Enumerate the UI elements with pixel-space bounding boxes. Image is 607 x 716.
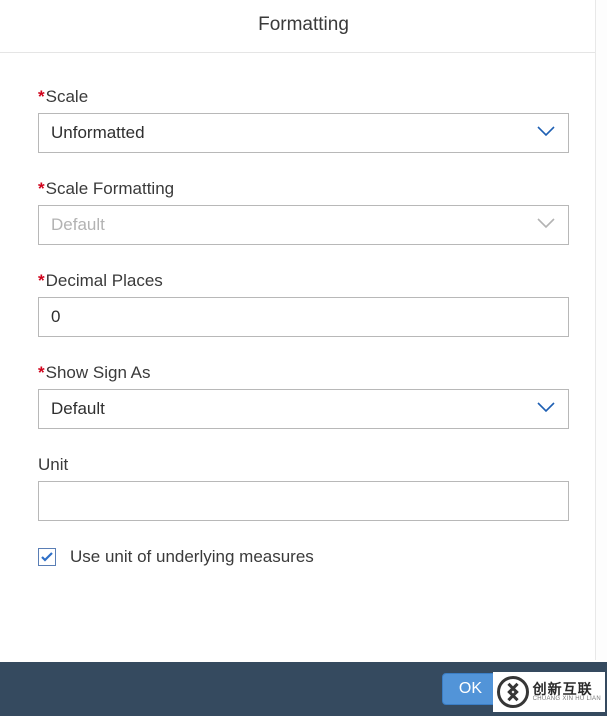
watermark-logo: 创新互联 CHUANG XIN HU LIAN [493, 672, 605, 712]
logo-en: CHUANG XIN HU LIAN [533, 696, 601, 702]
unit-input[interactable] [38, 481, 569, 521]
show-sign-select-button[interactable]: Default [38, 389, 569, 429]
formatting-dialog: Formatting *Scale Unformatted *Scale For… [0, 0, 607, 716]
use-unit-label: Use unit of underlying measures [70, 547, 314, 567]
logo-cn: 创新互联 [533, 682, 601, 696]
use-unit-row: Use unit of underlying measures [38, 547, 569, 567]
logo-icon [497, 676, 529, 708]
scale-formatting-label: *Scale Formatting [38, 179, 569, 199]
show-sign-label: *Show Sign As [38, 363, 569, 383]
scale-select-button[interactable]: Unformatted [38, 113, 569, 153]
scale-formatting-select-button: Default [38, 205, 569, 245]
required-mark: * [38, 363, 45, 382]
dialog-content: *Scale Unformatted *Scale Formatting Def… [0, 53, 607, 662]
dialog-header: Formatting [0, 0, 607, 53]
scale-formatting-select: Default [38, 205, 569, 245]
decimal-places-input[interactable] [38, 297, 569, 337]
required-mark: * [38, 179, 45, 198]
required-mark: * [38, 271, 45, 290]
use-unit-checkbox[interactable] [38, 548, 56, 566]
decimal-places-field: *Decimal Places [38, 271, 569, 337]
logo-text: 创新互联 CHUANG XIN HU LIAN [533, 682, 601, 702]
show-sign-select[interactable]: Default [38, 389, 569, 429]
ok-button[interactable]: OK [442, 673, 499, 705]
scale-select[interactable]: Unformatted [38, 113, 569, 153]
show-sign-field: *Show Sign As Default [38, 363, 569, 429]
scale-field: *Scale Unformatted [38, 87, 569, 153]
dialog-title: Formatting [0, 14, 607, 36]
right-edge-strip [595, 0, 607, 660]
unit-label: Unit [38, 455, 569, 475]
required-mark: * [38, 87, 45, 106]
scale-formatting-field: *Scale Formatting Default [38, 179, 569, 245]
unit-field: Unit [38, 455, 569, 521]
scale-label: *Scale [38, 87, 569, 107]
decimal-places-label: *Decimal Places [38, 271, 569, 291]
